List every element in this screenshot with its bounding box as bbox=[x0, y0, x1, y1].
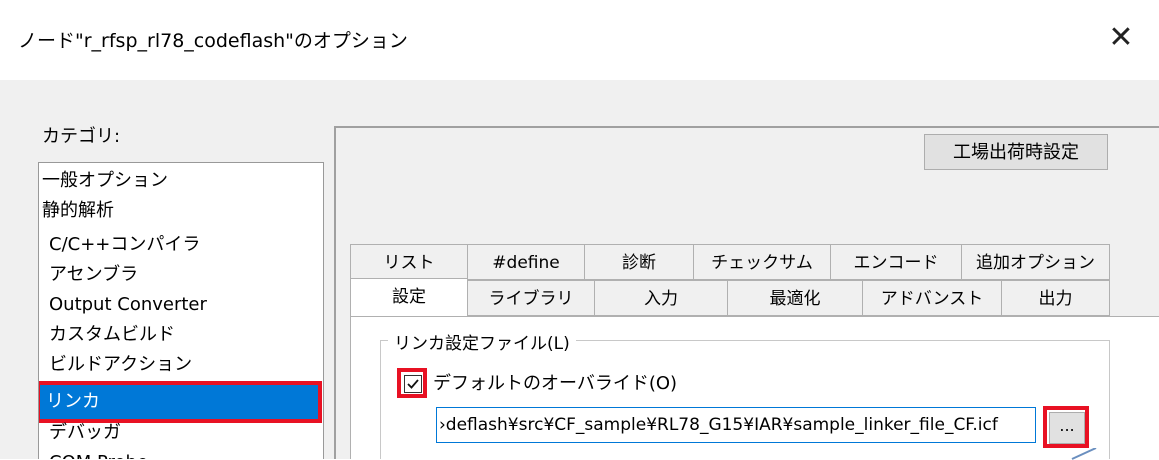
category-item-com-probe[interactable]: COM Probe bbox=[49, 449, 148, 459]
browse-button[interactable]: ... bbox=[1049, 412, 1085, 444]
linker-config-group-label: リンカ設定ファイル(L) bbox=[388, 329, 576, 354]
tab-output[interactable]: 出力 bbox=[1001, 280, 1110, 316]
close-icon[interactable]: ✕ bbox=[1101, 18, 1141, 58]
checkmark-icon bbox=[404, 375, 422, 393]
category-item-c-compiler[interactable]: C/C++コンパイラ bbox=[49, 231, 200, 259]
linker-file-path-input[interactable]: ›deflash¥src¥CF_sample¥RL78_G15¥IAR¥samp… bbox=[436, 407, 1036, 443]
tab-diagnostics[interactable]: 診断 bbox=[584, 244, 694, 280]
tab-settings[interactable]: 設定 bbox=[350, 278, 468, 318]
category-item-output-converter[interactable]: Output Converter bbox=[49, 291, 207, 319]
factory-settings-button[interactable]: 工場出荷時設定 bbox=[924, 134, 1108, 170]
annotation-arrow-icon bbox=[1071, 448, 1097, 460]
category-item-custom-build[interactable]: カスタムビルド bbox=[49, 321, 175, 349]
category-item-build-action[interactable]: ビルドアクション bbox=[49, 351, 192, 379]
tab-optimization[interactable]: 最適化 bbox=[727, 280, 863, 316]
category-item-linker[interactable]: リンカ bbox=[39, 381, 322, 423]
browse-button-highlight[interactable]: ... bbox=[1043, 406, 1089, 448]
title-bar: ノード"r_rfsp_rl78_codeflash"のオプション ✕ bbox=[0, 0, 1159, 80]
tab-extra-options[interactable]: 追加オプション bbox=[961, 244, 1110, 280]
tab-advanced[interactable]: アドバンスト bbox=[862, 280, 1002, 316]
tab-checksum[interactable]: チェックサム bbox=[693, 244, 831, 280]
category-label: カテゴリ: bbox=[42, 126, 121, 147]
override-default-label[interactable]: デフォルトのオーバライド(O) bbox=[433, 369, 677, 395]
tab-define[interactable]: #define bbox=[467, 244, 585, 280]
override-default-checkbox[interactable] bbox=[397, 368, 427, 398]
tab-encoding[interactable]: エンコード bbox=[830, 244, 962, 280]
category-list[interactable]: 一般オプション 静的解析 C/C++コンパイラ アセンブラ Output Con… bbox=[38, 162, 324, 459]
category-item-debugger[interactable]: デバッガ bbox=[49, 419, 121, 447]
category-item-general[interactable]: 一般オプション bbox=[42, 167, 168, 195]
category-item-assembler[interactable]: アセンブラ bbox=[49, 261, 138, 289]
tab-library[interactable]: ライブラリ bbox=[467, 280, 595, 316]
tab-list[interactable]: リスト bbox=[350, 244, 468, 280]
tab-input[interactable]: 入力 bbox=[594, 280, 728, 316]
category-item-static-analysis[interactable]: 静的解析 bbox=[42, 197, 114, 225]
window-title: ノード"r_rfsp_rl78_codeflash"のオプション bbox=[18, 30, 408, 52]
